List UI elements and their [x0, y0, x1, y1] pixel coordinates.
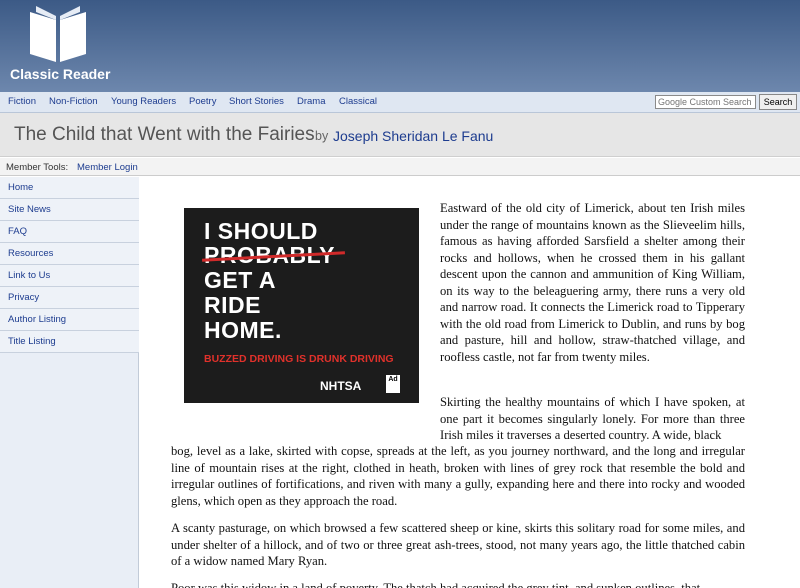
advertisement-banner[interactable]: I SHOULD PROBABLY GET A RIDE HOME. BUZZE… [184, 208, 419, 403]
story-paragraph-4: Poor was this widow in a land of poverty… [171, 581, 701, 588]
sidebar-item-faq[interactable]: FAQ [0, 221, 139, 243]
member-tools-label: Member Tools: [6, 162, 69, 173]
sidebar-item-link-to-us[interactable]: Link to Us [0, 265, 139, 287]
story-content: I SHOULD PROBABLY GET A RIDE HOME. BUZZE… [140, 177, 800, 588]
story-paragraph-2-rest: bog, level as a lake, skirted with copse… [171, 444, 745, 508]
story-paragraph-2-start: Skirting the healthy mountains of which … [440, 395, 745, 442]
nav-classical[interactable]: Classical [339, 96, 377, 107]
sidebar-menu: Home Site News FAQ Resources Link to Us … [0, 177, 139, 588]
search-button[interactable]: Search [759, 94, 797, 110]
category-nav: Fiction Non-Fiction Young Readers Poetry… [0, 92, 800, 113]
sidebar-item-site-news[interactable]: Site News [0, 199, 139, 221]
author-link[interactable]: Joseph Sheridan Le Fanu [333, 128, 493, 144]
ad-line-4: RIDE [204, 292, 261, 318]
site-header: Classic Reader [0, 0, 800, 92]
sidebar-item-privacy[interactable]: Privacy [0, 287, 139, 309]
ad-line-1: I SHOULD [204, 218, 318, 244]
sidebar-item-resources[interactable]: Resources [0, 243, 139, 265]
open-book-logo-icon[interactable] [26, 4, 90, 66]
nav-poetry[interactable]: Poetry [189, 96, 216, 107]
ad-council-logo-icon: Ad [386, 375, 400, 393]
nav-fiction[interactable]: Fiction [8, 96, 36, 107]
ad-line-5: HOME. [204, 317, 282, 343]
ad-line-3: GET A [204, 267, 276, 293]
story-paragraph-3: A scanty pasturage, on which browsed a f… [171, 521, 745, 568]
nav-drama[interactable]: Drama [297, 96, 326, 107]
book-title: The Child that Went with the Fairies [14, 124, 315, 145]
story-paragraph-1: Eastward of the old city of Limerick, ab… [440, 201, 745, 364]
sidebar-item-author-listing[interactable]: Author Listing [0, 309, 139, 331]
nav-short-stories[interactable]: Short Stories [229, 96, 284, 107]
nav-young-readers[interactable]: Young Readers [111, 96, 176, 107]
book-title-bar: The Child that Went with the Fairies by … [0, 113, 800, 157]
sidebar-item-home[interactable]: Home [0, 177, 139, 199]
nav-non-fiction[interactable]: Non-Fiction [49, 96, 98, 107]
sidebar-item-title-listing[interactable]: Title Listing [0, 331, 139, 353]
member-tools-bar: Member Tools: Member Login [0, 158, 800, 176]
ad-brand: NHTSA [320, 379, 362, 393]
search-input[interactable] [655, 95, 756, 109]
by-label: by [315, 129, 329, 143]
site-logo-text[interactable]: Classic Reader [10, 66, 110, 82]
member-login-link[interactable]: Member Login [77, 162, 138, 173]
ad-tagline: BUZZED DRIVING IS DRUNK DRIVING [204, 353, 394, 365]
